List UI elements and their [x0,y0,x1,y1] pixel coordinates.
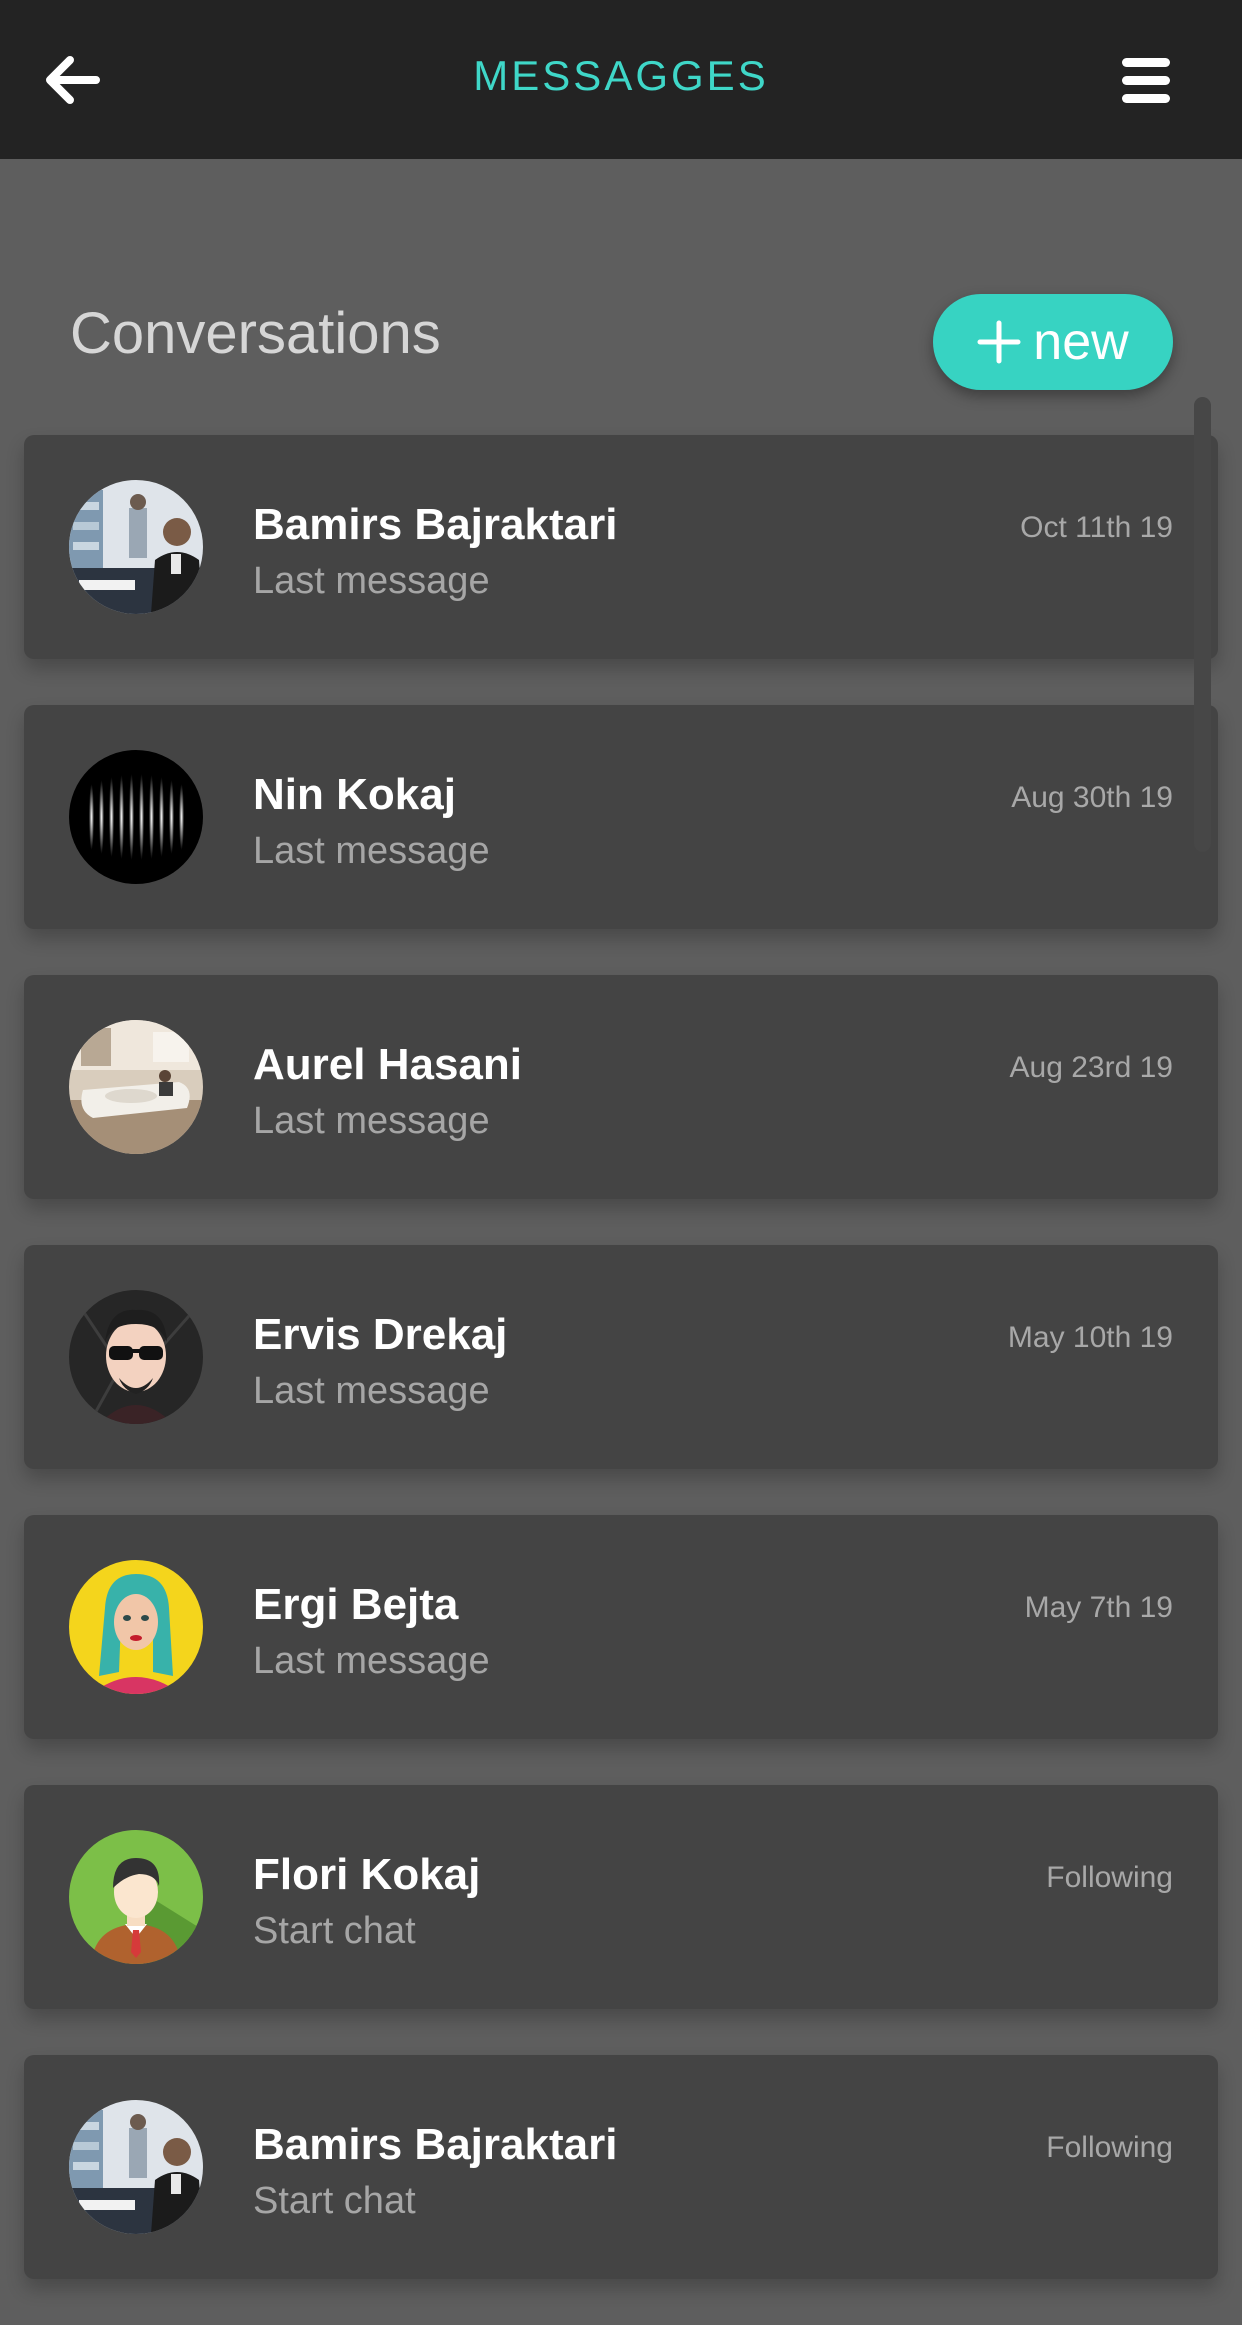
conversation-date: Oct 11th 19 [1020,511,1173,544]
hamburger-menu-icon [1122,58,1170,103]
conversation-item[interactable]: Ervis Drekaj Last message May 10th 19 [24,1245,1218,1469]
scrollbar[interactable] [1194,397,1211,852]
contact-name: Flori Kokaj [253,1850,481,1899]
pop-art-woman-avatar [69,1560,203,1694]
conversation-item[interactable]: Ergi Bejta Last message May 7th 19 [24,1515,1218,1739]
menu-button[interactable] [1118,55,1174,107]
conversation-item[interactable]: Flori Kokaj Start chat Following [24,1785,1218,2009]
conversation-date: May 10th 19 [1007,1321,1173,1354]
message-preview: Last message [253,830,490,872]
message-preview: Last message [253,1640,490,1682]
contact-name: Ervis Drekaj [253,1310,508,1359]
conversations-heading: Conversations [70,301,441,366]
message-preview: Start chat [253,1910,416,1952]
top-app-bar: MESSAGGES [0,0,1242,159]
conversation-item[interactable]: Aurel Hasani Last message Aug 23rd 19 [24,975,1218,1199]
room-photo-avatar [69,1020,203,1154]
contact-name: Nin Kokaj [253,770,456,819]
cartoon-sunglasses-avatar [69,1290,203,1424]
contact-name: Bamirs Bajraktari [253,2120,618,2169]
message-preview: Last message [253,560,490,602]
contact-name: Ergi Bejta [253,1580,459,1629]
new-button-label: new [1033,313,1129,371]
message-preview: Last message [253,1100,490,1142]
conversation-list: Bamirs Bajraktari Last message Oct 11th … [24,435,1218,2325]
plus-icon [977,320,1021,364]
conversation-date: Aug 23rd 19 [1009,1051,1173,1084]
abstract-bars-avatar [69,750,203,884]
follow-status: Following [1046,2131,1173,2164]
conversation-date: Aug 30th 19 [1011,781,1173,814]
follow-status: Following [1046,1861,1173,1894]
page-title: MESSAGGES [473,52,769,99]
office-photo-avatar [69,480,203,614]
office-photo-avatar [69,2100,203,2234]
default-man-avatar [69,1830,203,1964]
contact-name: Bamirs Bajraktari [253,500,618,549]
message-preview: Last message [253,1370,490,1412]
new-conversation-button[interactable]: new [933,294,1173,390]
message-preview: Start chat [253,2180,416,2222]
conversation-item[interactable]: Bamirs Bajraktari Start chat Following [24,2055,1218,2279]
conversation-item[interactable]: Nin Kokaj Last message Aug 30th 19 [24,705,1218,929]
conversation-item[interactable]: Bamirs Bajraktari Last message Oct 11th … [24,435,1218,659]
contact-name: Aurel Hasani [253,1040,522,1089]
conversation-date: May 7th 19 [1024,1591,1173,1624]
